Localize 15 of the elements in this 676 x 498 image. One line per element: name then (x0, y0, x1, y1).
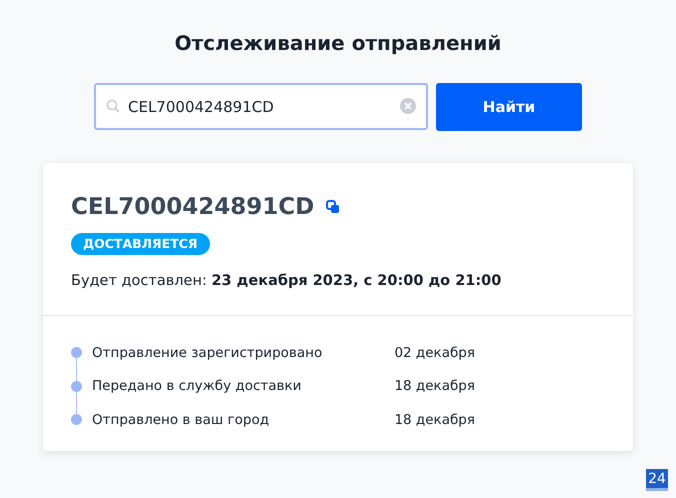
event-date: 18 декабря (394, 377, 475, 396)
event-date: 18 декабря (394, 410, 475, 430)
track-number: CEL7000424891CD (71, 193, 314, 222)
search-button[interactable]: Найти (436, 83, 582, 131)
delivery-info: Будет доставлен: 23 декабря 2023, с 20:00 до 21:00 (71, 272, 502, 291)
event-label: Отправлено в ваш город (92, 410, 270, 430)
event-date: 02 декабря (394, 344, 475, 363)
event-label: Отправление зарегистрировано (92, 344, 322, 363)
page-title: Отслеживание отправлений (174, 30, 502, 57)
search-field[interactable]: CEL7000424891CD (94, 83, 428, 130)
status-badge: ДОСТАВЛЯЕТСЯ (71, 233, 210, 255)
search-icon (106, 99, 120, 113)
copy-icon[interactable] (326, 200, 340, 214)
corner-logo: 24 (646, 469, 668, 491)
event-label: Передано в службу доставки (92, 377, 302, 396)
